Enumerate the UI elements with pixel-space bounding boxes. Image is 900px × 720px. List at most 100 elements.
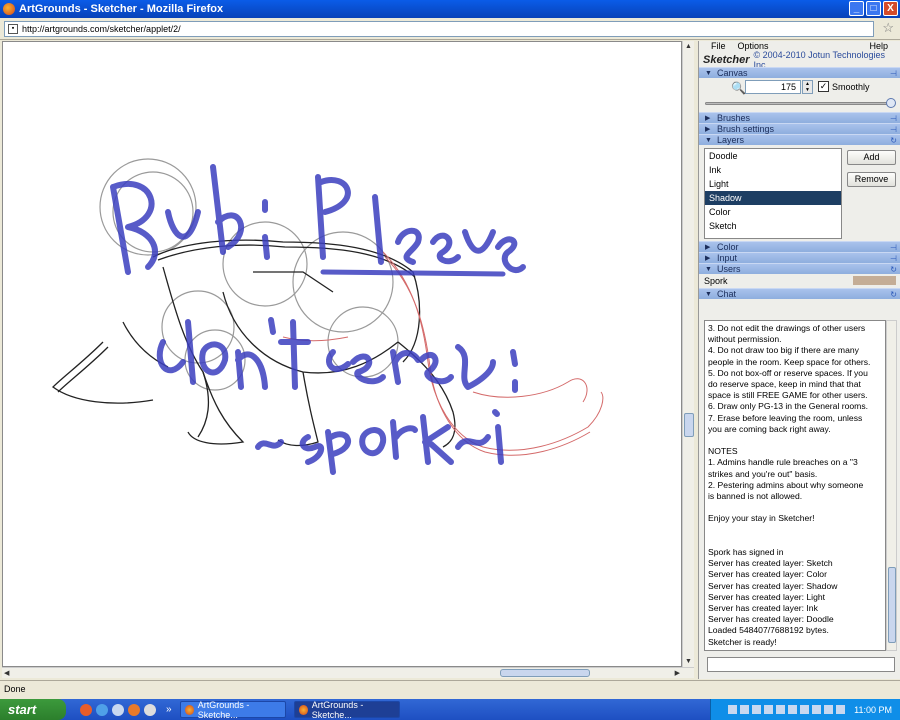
zoom-slider-track[interactable]	[705, 102, 891, 105]
taskbar-item-label: ArtGrounds - Sketche...	[311, 699, 364, 720]
layer-item-color[interactable]: Color	[705, 205, 841, 219]
chat-scroll-thumb[interactable]	[888, 567, 896, 643]
drawing-canvas[interactable]	[2, 41, 682, 667]
zoom-stepper[interactable]: ▲ ▼	[802, 80, 813, 94]
menu-options[interactable]: Options	[738, 41, 769, 53]
zoom-slider-thumb[interactable]	[886, 98, 896, 108]
pin-icon[interactable]: ⊣	[890, 254, 897, 263]
pin-icon[interactable]: ⊣	[890, 243, 897, 252]
quicklaunch-firefox-icon[interactable]	[80, 703, 92, 716]
status-bar: Done	[0, 680, 900, 697]
remove-layer-button[interactable]: Remove	[847, 172, 896, 187]
chat-line: without permission.	[708, 334, 782, 345]
section-layers-label: Layers	[717, 135, 745, 145]
scroll-down-icon[interactable]: ▼	[685, 658, 692, 665]
section-users[interactable]: ▼ Users ↻	[699, 263, 900, 274]
section-brushes[interactable]: ▶ Brushes ⊣	[699, 112, 900, 123]
sketcher-brand: Sketcher © 2004-2010 Jotun Technologies …	[699, 50, 900, 70]
users-list: Spork	[699, 274, 900, 288]
taskbar-item-active[interactable]: ArtGrounds - Sketche...	[293, 699, 400, 720]
close-button[interactable]: X	[883, 1, 898, 16]
address-bar: ▪ http://artgrounds.com/sketcher/applet/…	[0, 18, 900, 40]
quicklaunch-desktop-icon[interactable]	[112, 703, 124, 716]
chat-line: NOTES	[708, 446, 738, 457]
tray-icon[interactable]	[824, 705, 834, 714]
taskbar-item[interactable]: ArtGrounds - Sketche...	[179, 699, 286, 720]
section-canvas[interactable]: ▼ Canvas ⊣	[699, 67, 900, 78]
tray-icon[interactable]	[752, 705, 762, 714]
panel-menubar: File Options Help	[699, 41, 900, 53]
firefox-icon	[298, 704, 308, 715]
chat-line: Server has created layer: Shadow	[708, 580, 838, 591]
magnifier-icon: 🔍	[731, 81, 746, 95]
section-brushes-label: Brushes	[717, 113, 751, 123]
start-button[interactable]: start	[0, 699, 66, 720]
layer-item-shadow[interactable]: Shadow	[705, 191, 841, 205]
chat-input[interactable]	[707, 657, 895, 672]
tray-icon[interactable]	[764, 705, 774, 714]
layer-list[interactable]: Doodle Ink Light Shadow Color Sketch	[704, 148, 842, 239]
section-input[interactable]: ▶ Input ⊣	[699, 252, 900, 263]
quicklaunch-app-icon[interactable]	[128, 703, 140, 716]
collapsed-triangle-icon: ▶	[705, 126, 711, 133]
canvas-controls: 🔍 175 ▲ ▼ ✓ Smoothly	[699, 78, 900, 112]
sketcher-logo: Sketcher	[703, 54, 750, 66]
layer-item-doodle[interactable]: Doodle	[705, 149, 841, 163]
quicklaunch-ie-icon[interactable]	[96, 703, 108, 716]
canvas-hscroll-thumb[interactable]	[500, 669, 590, 677]
refresh-icon[interactable]: ↻	[890, 136, 897, 145]
taskbar-item-label: ArtGrounds - Sketche...	[197, 699, 250, 720]
tray-icon[interactable]	[728, 705, 738, 714]
tray-icon[interactable]	[776, 705, 786, 714]
scroll-left-icon[interactable]: ◀	[4, 669, 9, 677]
quicklaunch-chevron-icon[interactable]: »	[166, 704, 172, 715]
pin-icon[interactable]: ⊣	[890, 125, 897, 134]
tray-icon[interactable]	[836, 705, 846, 714]
canvas-vscroll-thumb[interactable]	[684, 413, 694, 437]
refresh-icon[interactable]: ↻	[890, 290, 897, 299]
layer-item-ink[interactable]: Ink	[705, 163, 841, 177]
quicklaunch-media-icon[interactable]	[144, 703, 156, 716]
tray-icon[interactable]	[788, 705, 798, 714]
url-text: http://artgrounds.com/sketcher/applet/2/	[22, 24, 181, 34]
collapsed-triangle-icon: ▶	[705, 244, 711, 251]
layers-panel: Doodle Ink Light Shadow Color Sketch Add…	[699, 145, 900, 241]
minimize-button[interactable]: _	[849, 1, 864, 16]
section-color[interactable]: ▶ Color ⊣	[699, 241, 900, 252]
zoom-input[interactable]: 175	[745, 80, 801, 94]
layer-item-light[interactable]: Light	[705, 177, 841, 191]
user-name[interactable]: Spork	[704, 276, 728, 286]
section-brush-settings[interactable]: ▶ Brush settings ⊣	[699, 123, 900, 134]
pin-icon[interactable]: ⊣	[890, 114, 897, 123]
status-text: Done	[4, 684, 26, 694]
smoothly-checkbox[interactable]: ✓	[818, 81, 829, 92]
pin-icon[interactable]: ⊣	[890, 69, 897, 78]
taskbar: start » ArtGrounds - Sketche... ArtGroun…	[0, 699, 900, 720]
tray-icon[interactable]	[740, 705, 750, 714]
expanded-triangle-icon: ▼	[705, 136, 712, 144]
scroll-right-icon[interactable]: ▶	[675, 669, 680, 677]
chat-line: Server has created layer: Sketch	[708, 558, 833, 569]
add-layer-button[interactable]: Add	[847, 150, 896, 165]
chat-line: 4. Do not draw too big if there are many	[708, 345, 859, 356]
scroll-up-icon[interactable]: ▲	[685, 43, 692, 50]
menu-help[interactable]: Help	[869, 41, 888, 51]
section-layers[interactable]: ▼ Layers ↻	[699, 134, 900, 145]
menu-file[interactable]: File	[711, 41, 726, 53]
canvas-horizontal-scrollbar[interactable]: ◀ ▶	[2, 667, 694, 678]
chat-line	[708, 435, 882, 446]
window-titlebar: ArtGrounds - Sketcher - Mozilla Firefox …	[0, 0, 900, 18]
expanded-triangle-icon: ▼	[705, 69, 712, 77]
canvas-vertical-scrollbar[interactable]: ▲ ▼	[682, 41, 694, 667]
url-input[interactable]: ▪ http://artgrounds.com/sketcher/applet/…	[4, 21, 874, 37]
refresh-icon[interactable]: ↻	[890, 265, 897, 274]
section-chat[interactable]: ▼ Chat ↻	[699, 288, 900, 299]
chat-line: people in the room. Keep space for other…	[708, 356, 871, 367]
tray-icon[interactable]	[800, 705, 810, 714]
chat-scrollbar[interactable]	[886, 320, 897, 651]
layer-item-sketch[interactable]: Sketch	[705, 219, 841, 233]
tray-icon[interactable]	[812, 705, 822, 714]
bookmark-star-icon[interactable]: ☆	[882, 20, 894, 36]
chat-line: Server has created layer: Ink	[708, 603, 818, 614]
maximize-button[interactable]: □	[866, 1, 881, 16]
